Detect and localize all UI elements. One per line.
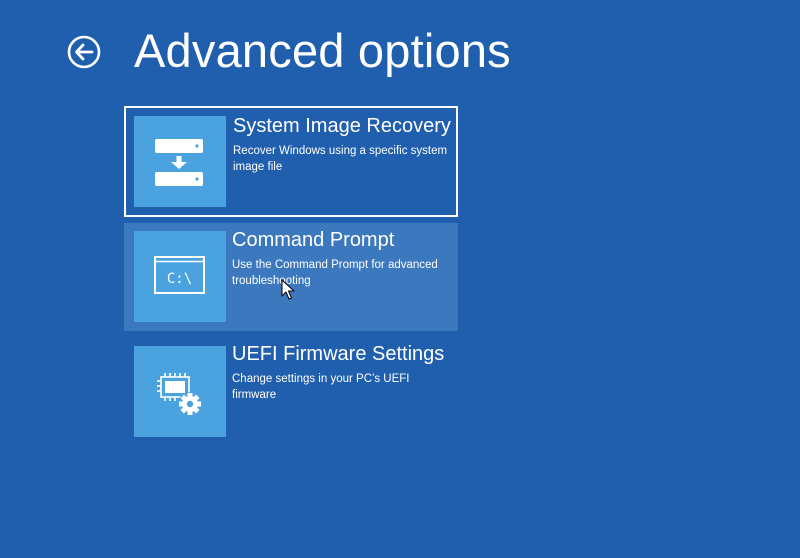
option-command-prompt[interactable]: C:\ Command Prompt Use the Command Promp… — [124, 223, 458, 331]
back-button[interactable] — [67, 35, 101, 69]
option-system-image-recovery[interactable]: System Image Recovery Recover Windows us… — [124, 106, 458, 217]
option-tile — [134, 346, 226, 437]
option-tile — [134, 116, 226, 207]
back-arrow-circle-icon — [67, 35, 101, 69]
option-title: UEFI Firmware Settings — [232, 343, 445, 365]
page-title: Advanced options — [134, 24, 511, 77]
option-tile: C:\ — [134, 231, 226, 322]
option-description: Recover Windows using a specific system … — [233, 145, 448, 173]
option-uefi-firmware-settings[interactable]: UEFI Firmware Settings Change settings i… — [124, 337, 458, 445]
command-prompt-icon-text: C:\ — [167, 271, 192, 287]
option-title: Command Prompt — [232, 229, 395, 251]
chip-gear-icon — [157, 373, 202, 416]
disk-restore-icon — [155, 139, 203, 186]
option-title: System Image Recovery — [233, 115, 451, 137]
options-list: System Image Recovery Recover Windows us… — [124, 106, 458, 445]
option-description: Change settings in your PC’s UEFI firmwa… — [232, 373, 410, 401]
command-prompt-icon: C:\ — [154, 256, 205, 294]
option-description: Use the Command Prompt for advanced trou… — [232, 259, 438, 287]
